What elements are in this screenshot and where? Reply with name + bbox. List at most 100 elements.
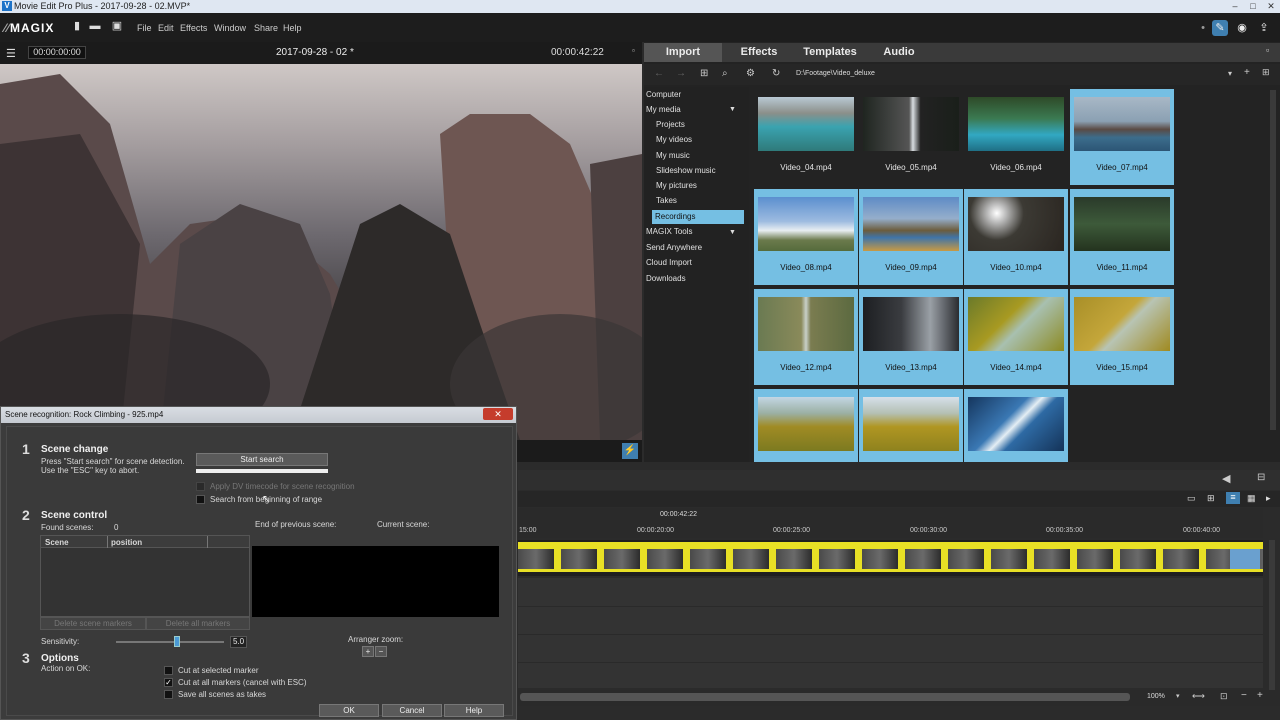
speaker-icon[interactable]: ◀ bbox=[1222, 472, 1230, 485]
dot-icon[interactable]: • bbox=[1195, 20, 1211, 36]
save-icon[interactable]: ▣ bbox=[111, 21, 123, 32]
column-header-scene[interactable]: Scene bbox=[45, 538, 69, 547]
export-icon[interactable]: ⇪ bbox=[1256, 20, 1272, 36]
search-from-beginning-checkbox[interactable] bbox=[196, 495, 205, 504]
menu-help[interactable]: Help bbox=[283, 23, 302, 33]
disc-icon[interactable]: ◉ bbox=[1234, 20, 1250, 36]
media-thumbnail-selected[interactable] bbox=[859, 389, 963, 462]
video-preview[interactable] bbox=[0, 64, 642, 440]
open-folder-icon[interactable]: ▬ bbox=[89, 21, 101, 32]
maximize-button[interactable]: □ bbox=[1244, 0, 1262, 13]
multicam-icon[interactable]: ▦ bbox=[1247, 493, 1256, 504]
tree-item-computer[interactable]: Computer bbox=[646, 88, 681, 102]
zoom-fit-icon[interactable]: ⊡ bbox=[1220, 691, 1228, 702]
tab-effects[interactable]: Effects bbox=[722, 43, 796, 62]
media-thumbnail[interactable]: Video_06.mp4 bbox=[964, 89, 1068, 185]
flash-icon[interactable]: ⚡ bbox=[622, 443, 638, 459]
media-thumbnail-selected[interactable] bbox=[754, 389, 858, 462]
zoom-in-icon[interactable]: + bbox=[1257, 690, 1263, 701]
video-track[interactable] bbox=[518, 540, 1263, 576]
tree-item-send-anywhere[interactable]: Send Anywhere bbox=[646, 241, 702, 255]
menu-edit[interactable]: Edit bbox=[158, 23, 174, 33]
tab-templates[interactable]: Templates bbox=[796, 43, 864, 62]
media-thumbnail-selected[interactable]: Video_09.mp4 bbox=[859, 189, 963, 285]
timeline-vertical-scrollbar[interactable] bbox=[1269, 540, 1275, 690]
media-thumbnail[interactable]: Video_05.mp4 bbox=[859, 89, 963, 185]
media-thumbnail-selected[interactable]: Video_07.mp4 bbox=[1070, 89, 1174, 185]
save-scenes-takes-checkbox[interactable] bbox=[164, 690, 173, 699]
search-icon[interactable]: ⌕ bbox=[722, 68, 728, 79]
delete-scene-markers-button[interactable]: Delete scene markers bbox=[40, 617, 146, 630]
apply-dv-checkbox[interactable] bbox=[196, 482, 205, 491]
menu-share[interactable]: Share bbox=[254, 23, 278, 33]
tree-item-magix-tools[interactable]: MAGIX Tools bbox=[646, 225, 693, 239]
media-thumbnail-selected[interactable]: Video_12.mp4 bbox=[754, 289, 858, 385]
expand-icon[interactable]: ▼ bbox=[729, 106, 736, 113]
undock-icon[interactable]: ▫ bbox=[632, 46, 635, 55]
tree-item-cloud-import[interactable]: Cloud Import bbox=[646, 256, 692, 270]
tab-import[interactable]: Import bbox=[644, 43, 722, 62]
storyboard-icon[interactable]: ▭ bbox=[1187, 493, 1196, 504]
help-button[interactable]: Help bbox=[444, 704, 504, 717]
tree-item-my-videos[interactable]: My videos bbox=[656, 133, 692, 147]
mixer-icon[interactable]: ⊟ bbox=[1257, 472, 1265, 483]
expand-icon[interactable]: ▼ bbox=[729, 229, 736, 236]
timeline-menu-icon[interactable]: ▸ bbox=[1266, 493, 1271, 504]
tree-item-my-media[interactable]: My media bbox=[646, 103, 681, 117]
menu-window[interactable]: Window bbox=[214, 23, 246, 33]
dialog-close-button[interactable]: ✕ bbox=[483, 408, 513, 420]
zoom-out-button[interactable]: − bbox=[375, 646, 387, 657]
cancel-button[interactable]: Cancel bbox=[382, 704, 442, 717]
cut-all-markers-checkbox[interactable]: ✓ bbox=[164, 678, 173, 687]
timeline-ruler[interactable] bbox=[518, 508, 1263, 538]
media-thumbnail-selected[interactable]: Video_15.mp4 bbox=[1070, 289, 1174, 385]
column-header-position[interactable]: position bbox=[111, 538, 142, 547]
zoom-in-button[interactable]: + bbox=[362, 646, 374, 657]
menu-effects[interactable]: Effects bbox=[180, 23, 207, 33]
new-file-icon[interactable]: ▮ bbox=[71, 21, 83, 32]
cut-selected-marker-checkbox[interactable] bbox=[164, 666, 173, 675]
panel-close-icon[interactable]: ▫ bbox=[1266, 45, 1269, 55]
media-thumbnail-selected[interactable]: Video_08.mp4 bbox=[754, 189, 858, 285]
empty-tracks[interactable] bbox=[518, 578, 1263, 688]
tree-item-projects[interactable]: Projects bbox=[656, 118, 685, 132]
path-dropdown-icon[interactable]: ▾ bbox=[1228, 69, 1232, 78]
media-scrollbar[interactable] bbox=[1270, 90, 1276, 430]
scene-overview-icon[interactable]: ⊞ bbox=[1207, 493, 1215, 504]
close-window-button[interactable]: ✕ bbox=[1262, 0, 1280, 13]
menu-file[interactable]: File bbox=[137, 23, 152, 33]
help-pointer-icon[interactable]: ✎ bbox=[1212, 20, 1228, 36]
media-thumbnail[interactable]: Video_04.mp4 bbox=[754, 89, 858, 185]
media-thumbnail-selected[interactable]: Video_14.mp4 bbox=[964, 289, 1068, 385]
hamburger-menu-icon[interactable]: ☰ bbox=[6, 47, 16, 60]
tree-view-icon[interactable]: ⊞ bbox=[700, 68, 708, 79]
forward-arrow-icon[interactable]: → bbox=[676, 68, 686, 79]
minimize-button[interactable]: – bbox=[1226, 0, 1244, 13]
sensitivity-slider-handle[interactable] bbox=[174, 636, 180, 647]
tab-audio[interactable]: Audio bbox=[864, 43, 934, 62]
media-thumbnail-selected[interactable]: Video_11.mp4 bbox=[1070, 189, 1174, 285]
timecode-position[interactable]: 00:00:00:00 bbox=[28, 46, 86, 59]
start-search-button[interactable]: Start search bbox=[196, 453, 328, 466]
ok-button[interactable]: OK bbox=[319, 704, 379, 717]
tree-item-my-music[interactable]: My music bbox=[656, 149, 690, 163]
grid-view-icon[interactable]: ⊞ bbox=[1262, 67, 1270, 78]
tree-item-takes[interactable]: Takes bbox=[656, 194, 677, 208]
refresh-icon[interactable]: ↻ bbox=[772, 68, 780, 79]
tree-item-slideshow-music[interactable]: Slideshow music bbox=[656, 164, 716, 178]
delete-all-markers-button[interactable]: Delete all markers bbox=[146, 617, 250, 630]
timeline-mode-icon[interactable]: ≡ bbox=[1226, 492, 1240, 504]
fit-width-icon[interactable]: ⟷ bbox=[1192, 691, 1205, 702]
sensitivity-value[interactable]: 5.0 bbox=[230, 636, 247, 648]
back-arrow-icon[interactable]: ← bbox=[654, 68, 664, 79]
timeline-horizontal-scrollbar[interactable] bbox=[520, 693, 1130, 701]
tree-item-recordings[interactable]: Recordings bbox=[652, 210, 744, 224]
zoom-dropdown-icon[interactable]: ▾ bbox=[1176, 692, 1180, 700]
path-field[interactable]: D:\Footage\Video_deluxe bbox=[796, 70, 875, 77]
tree-item-my-pictures[interactable]: My pictures bbox=[656, 179, 697, 193]
add-icon[interactable]: + bbox=[1244, 67, 1250, 78]
sensitivity-slider[interactable] bbox=[116, 641, 224, 643]
gear-icon[interactable]: ⚙ bbox=[746, 68, 755, 79]
zoom-out-icon[interactable]: − bbox=[1241, 690, 1247, 701]
media-thumbnail-selected[interactable] bbox=[964, 389, 1068, 462]
